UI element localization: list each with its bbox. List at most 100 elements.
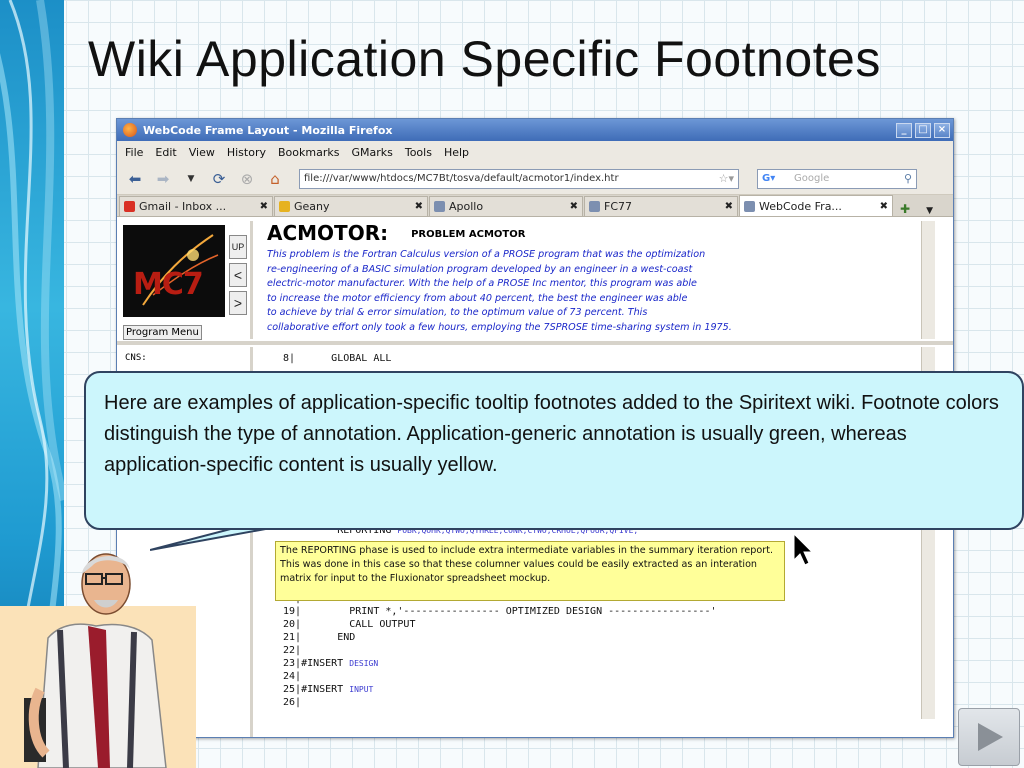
menu-bookmarks[interactable]: Bookmarks — [278, 146, 339, 159]
code-text: GLOBAL ALL — [331, 353, 392, 364]
line-number: 25| — [283, 684, 302, 695]
code-line: 22| — [283, 645, 301, 656]
frame-label: CNS: — [125, 353, 147, 363]
prev-button[interactable]: < — [229, 263, 247, 287]
firefox-icon — [123, 123, 137, 137]
line-number: 20| — [283, 619, 302, 630]
code-line: 21| END — [283, 632, 355, 643]
line-number: 26| — [283, 697, 302, 708]
tab-apollo[interactable]: Apollo ✖ — [429, 196, 583, 216]
heading-text: ACMOTOR: — [267, 221, 389, 245]
page-icon — [589, 201, 600, 212]
mouse-cursor-icon — [793, 532, 814, 566]
scrollbar[interactable] — [921, 221, 935, 339]
description-frame: ACMOTOR: PROBLEM ACMOTOR This problem is… — [259, 221, 935, 339]
reload-icon[interactable]: ⟳ — [207, 168, 231, 190]
program-menu-button[interactable]: Program Menu — [123, 325, 202, 340]
browser-titlebar: WebCode Frame Layout - Mozilla Firefox _… — [117, 119, 953, 141]
tab-gmail[interactable]: Gmail - Inbox ... ✖ — [119, 196, 273, 216]
description-line: electric-motor manufacturer. With the he… — [267, 278, 697, 290]
code-line: 23|#INSERT DESIGN — [283, 658, 378, 669]
line-number: 23| — [283, 658, 302, 669]
close-tab-icon[interactable]: ✖ — [880, 201, 888, 212]
url-bar[interactable]: file:///var/www/htdocs/MC7Bt/tosva/defau… — [299, 168, 739, 189]
description: This problem is the Fortran Calculus ver… — [267, 248, 935, 336]
minimize-button[interactable]: _ — [896, 122, 912, 138]
frame-divider[interactable] — [117, 341, 953, 345]
play-arrow-icon — [978, 723, 1003, 751]
callout-box: Here are examples of application-specifi… — [84, 371, 1024, 530]
line-number: 22| — [283, 645, 302, 656]
menubar: File Edit View History Bookmarks GMarks … — [117, 141, 953, 163]
code-line: 24| — [283, 671, 301, 682]
line-number: 21| — [283, 632, 302, 643]
tab-fc77[interactable]: FC77 ✖ — [584, 196, 738, 216]
window-title: WebCode Frame Layout - Mozilla Firefox — [143, 123, 393, 137]
menu-edit[interactable]: Edit — [155, 146, 176, 159]
bookmark-star-icon[interactable]: ☆▾ — [715, 172, 738, 185]
code-text: CALL OUTPUT — [349, 619, 416, 630]
subheading-text: PROBLEM ACMOTOR — [411, 229, 526, 240]
close-tab-icon[interactable]: ✖ — [260, 201, 268, 212]
footnote-tooltip: The REPORTING phase is used to include e… — [275, 541, 785, 601]
close-button[interactable]: × — [934, 122, 950, 138]
search-placeholder: Google — [794, 173, 830, 184]
gmail-icon — [124, 201, 135, 212]
menu-tools[interactable]: Tools — [405, 146, 432, 159]
code-line: 8| GLOBAL ALL — [283, 353, 391, 364]
forward-icon[interactable]: ➡ — [151, 168, 175, 190]
geany-icon — [279, 201, 290, 212]
code-text: #INSERT — [301, 684, 344, 695]
code-line: 20| CALL OUTPUT — [283, 619, 415, 630]
google-engine-icon[interactable]: G▾ — [762, 173, 775, 184]
menu-history[interactable]: History — [227, 146, 266, 159]
description-line: to increase the motor efficiency from ab… — [267, 292, 688, 304]
code-line: 25|#INSERT INPUT — [283, 684, 373, 695]
description-line: This problem is the Fortran Calculus ver… — [267, 249, 706, 260]
professor-clipart — [0, 553, 196, 768]
description-line: to achieve by trial & error simulation, … — [267, 307, 648, 319]
menu-file[interactable]: File — [125, 146, 143, 159]
tab-label: FC77 — [604, 200, 633, 213]
code-text: PRINT *,'---------------- OPTIMIZED DESI… — [349, 606, 717, 617]
new-tab-icon[interactable]: ✚ — [900, 202, 910, 216]
next-page-button[interactable]: > — [229, 291, 247, 315]
line-number: 8| — [283, 353, 296, 364]
close-tab-icon[interactable]: ✖ — [725, 201, 733, 212]
code-line: 26| — [283, 697, 301, 708]
mc7-logo: MC7 — [123, 225, 225, 317]
tab-label: Geany — [294, 200, 330, 213]
tab-label: Apollo — [449, 200, 484, 213]
code-link[interactable]: DESIGN — [349, 659, 378, 668]
up-button[interactable]: UP — [229, 235, 247, 259]
tab-label: Gmail - Inbox ... — [139, 200, 227, 213]
menu-view[interactable]: View — [189, 146, 215, 159]
menu-gmarks[interactable]: GMarks — [351, 146, 392, 159]
list-tabs-icon[interactable]: ▼ — [926, 206, 933, 216]
line-number: 24| — [283, 671, 302, 682]
close-tab-icon[interactable]: ✖ — [415, 201, 423, 212]
next-slide-button[interactable] — [958, 708, 1020, 766]
page-icon — [744, 200, 755, 212]
callout-text: Here are examples of application-specifi… — [104, 392, 999, 476]
description-line: re-engineering of a BASIC simulation pro… — [267, 263, 693, 275]
code-text: #INSERT — [301, 658, 344, 669]
history-dropdown-icon[interactable]: ▼ — [179, 168, 203, 190]
home-icon[interactable]: ⌂ — [263, 168, 287, 190]
tab-webcode[interactable]: WebCode Fra... ✖ — [739, 195, 893, 216]
tab-geany[interactable]: Geany ✖ — [274, 196, 428, 216]
back-icon[interactable]: ⬅ — [123, 168, 147, 190]
description-line: collaborative effort only took a few hou… — [267, 321, 732, 333]
code-line: 19| PRINT *,'---------------- OPTIMIZED … — [283, 606, 717, 617]
maximize-button[interactable]: □ — [915, 122, 931, 138]
tab-label: WebCode Fra... — [759, 199, 842, 213]
logo-text: MC7 — [133, 267, 204, 302]
code-link[interactable]: INPUT — [349, 685, 373, 694]
menu-help[interactable]: Help — [444, 146, 469, 159]
close-tab-icon[interactable]: ✖ — [570, 201, 578, 212]
stop-icon[interactable]: ⊗ — [235, 168, 259, 190]
search-icon[interactable]: ⚲ — [904, 172, 912, 185]
navigation-toolbar: ⬅ ➡ ▼ ⟳ ⊗ ⌂ file:///var/www/htdocs/MC7Bt… — [117, 163, 953, 195]
search-input[interactable]: G▾ Google ⚲ — [757, 168, 917, 189]
logo-frame: MC7 UP < > Program Menu — [119, 221, 253, 340]
